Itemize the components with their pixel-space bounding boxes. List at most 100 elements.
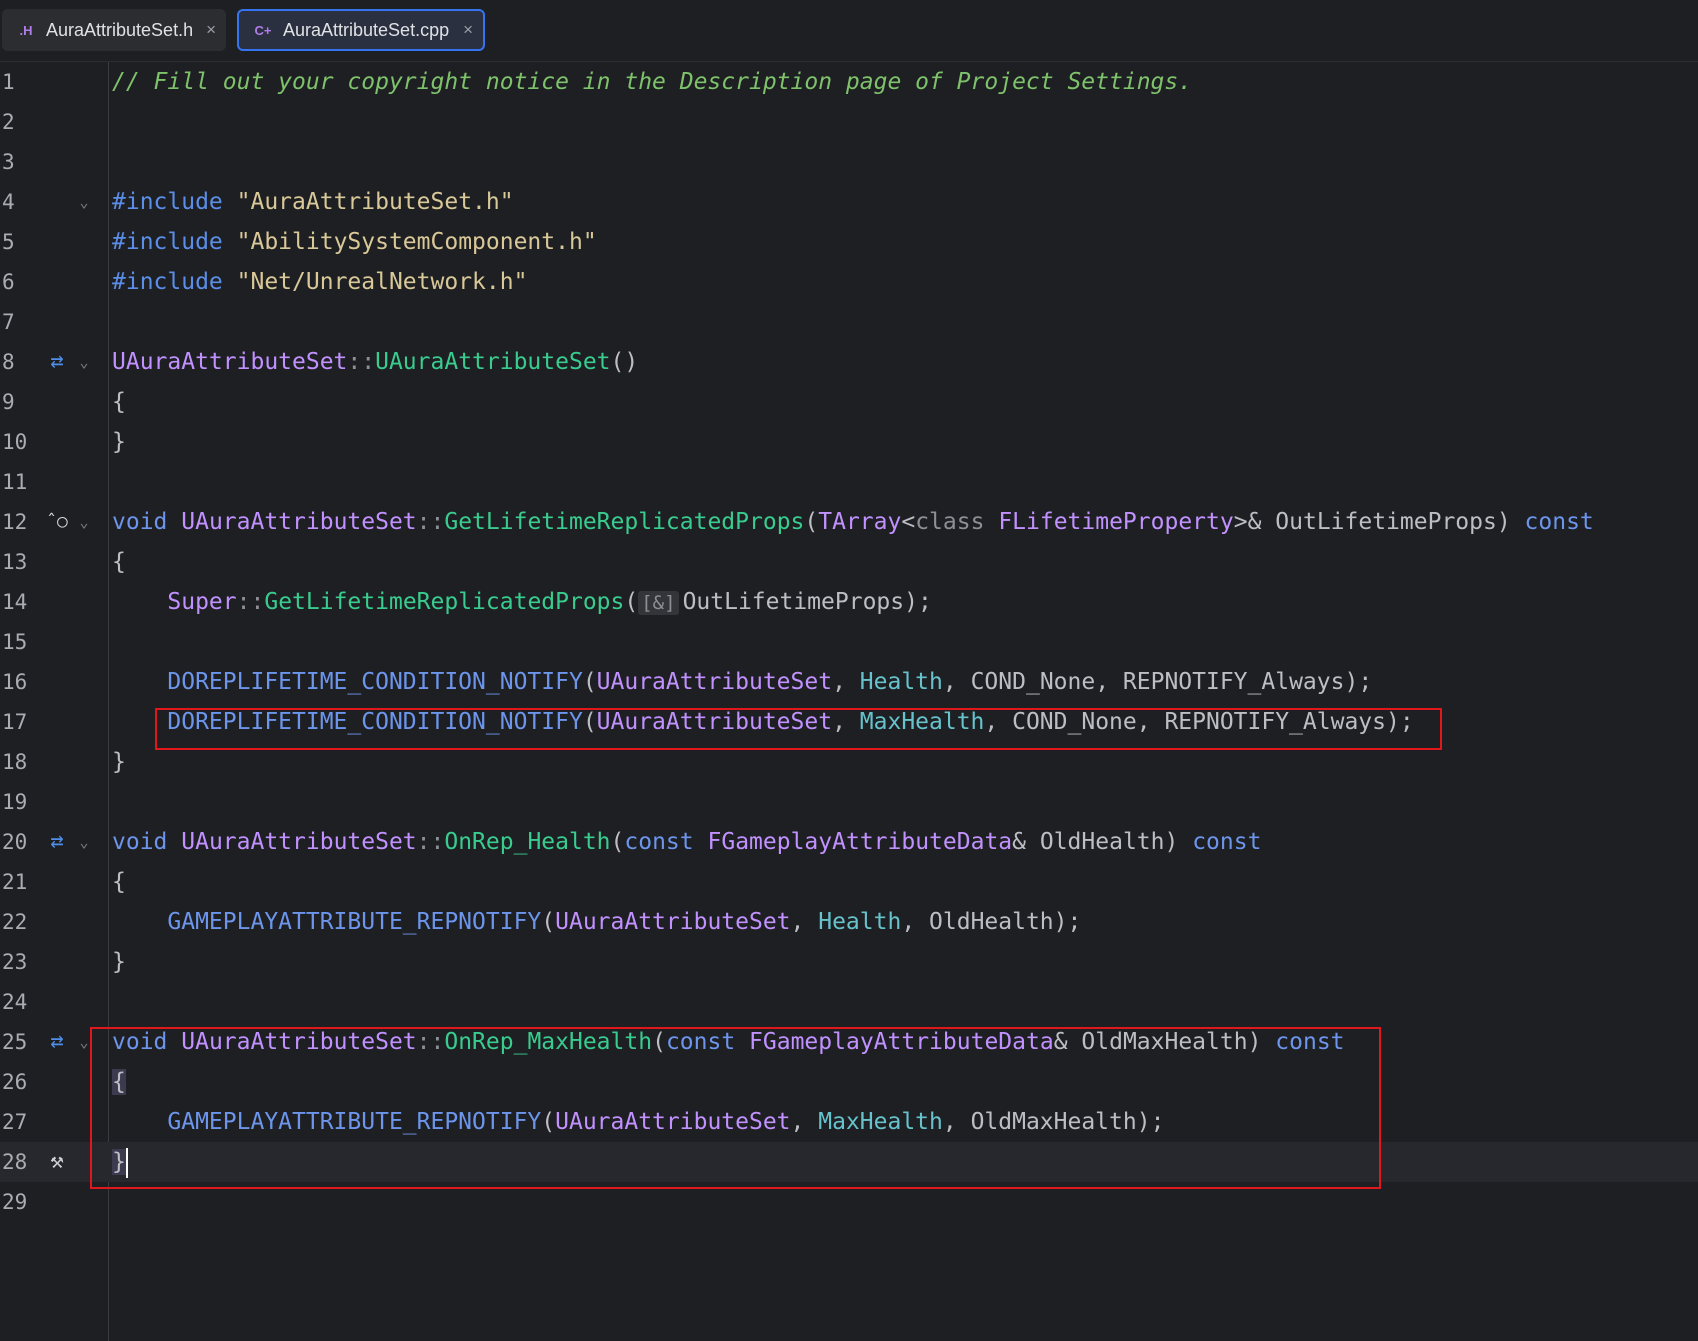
line-code[interactable]: #include "AuraAttributeSet.h" <box>112 182 514 222</box>
code-line[interactable]: 21 { <box>0 862 1698 902</box>
code-editor[interactable]: 1 // Fill out your copyright notice in t… <box>0 62 1698 1341</box>
code-line[interactable]: 10 } <box>0 422 1698 462</box>
class-name: UAuraAttributeSet <box>596 669 833 695</box>
chevron-down-icon[interactable]: ⌄ <box>74 342 94 382</box>
line-number: 16 <box>2 670 28 694</box>
code-line[interactable]: 23 } <box>0 942 1698 982</box>
enum-value: REPNOTIFY_Always <box>1122 669 1345 695</box>
function-name: GetLifetimeReplicatedProps <box>264 589 625 615</box>
close-icon[interactable]: × <box>463 20 473 40</box>
code-line[interactable]: 12 ˆ○ ⌄ void UAuraAttributeSet::GetLifet… <box>0 502 1698 542</box>
code-line[interactable]: 6 #include "Net/UnrealNetwork.h" <box>0 262 1698 302</box>
tab-aura-attribute-set-h[interactable]: .H AuraAttributeSet.h × <box>2 9 226 51</box>
line-code[interactable]: GAMEPLAYATTRIBUTE_REPNOTIFY(UAuraAttribu… <box>112 902 1081 942</box>
punctuation: () <box>610 349 639 375</box>
code-line[interactable]: 5 #include "AbilitySystemComponent.h" <box>0 222 1698 262</box>
brace: } <box>112 949 126 975</box>
class-name: Super <box>167 589 237 615</box>
hammer-icon[interactable]: ⚒ <box>40 1142 74 1182</box>
parameter: OldHealth <box>1039 829 1165 855</box>
line-number: 8 <box>2 350 15 374</box>
string: "AuraAttributeSet.h" <box>236 189 514 215</box>
scope-operator: :: <box>236 589 265 615</box>
override-up-icon[interactable]: ˆ○ <box>40 502 74 542</box>
code-line[interactable]: 7 <box>0 302 1698 342</box>
code-line[interactable]: 20 ⇄ ⌄ void UAuraAttributeSet::OnRep_Hea… <box>0 822 1698 862</box>
line-number: 5 <box>2 230 15 254</box>
code-line[interactable]: 19 <box>0 782 1698 822</box>
line-number: 13 <box>2 550 28 574</box>
code-line[interactable]: 16 DOREPLIFETIME_CONDITION_NOTIFY(UAuraA… <box>0 662 1698 702</box>
close-icon[interactable]: × <box>206 20 216 40</box>
line-code[interactable]: void UAuraAttributeSet::GetLifetimeRepli… <box>112 502 1594 542</box>
function-name: OnRep_Health <box>444 829 611 855</box>
line-code[interactable]: { <box>112 542 126 582</box>
code-line[interactable]: 13 { <box>0 542 1698 582</box>
parameter: OutLifetimeProps <box>682 589 905 615</box>
line-code[interactable]: // Fill out your copyright notice in the… <box>112 62 1192 102</box>
line-code[interactable]: } <box>112 422 126 462</box>
function-name: GetLifetimeReplicatedProps <box>444 509 805 535</box>
field: Health <box>818 909 902 935</box>
code-line[interactable]: 1 // Fill out your copyright notice in t… <box>0 62 1698 102</box>
code-line[interactable]: 4 ⌄ #include "AuraAttributeSet.h" <box>0 182 1698 222</box>
code-line[interactable]: 2 <box>0 102 1698 142</box>
line-number: 26 <box>2 1070 28 1094</box>
line-code[interactable]: UAuraAttributeSet::UAuraAttributeSet() <box>112 342 638 382</box>
highlight-box-maxhealth-replication <box>155 708 1442 750</box>
punctuation: & <box>1012 829 1026 855</box>
code-line[interactable]: 15 <box>0 622 1698 662</box>
chevron-down-icon[interactable]: ⌄ <box>74 822 94 862</box>
parameter: OldHealth <box>929 909 1054 935</box>
brace: { <box>112 549 126 575</box>
keyword: #include <box>112 189 223 215</box>
code-line[interactable]: 11 <box>0 462 1698 502</box>
brace: } <box>112 429 126 455</box>
code-line[interactable]: 24 <box>0 982 1698 1022</box>
line-number: 2 <box>2 110 15 134</box>
line-code[interactable]: #include "AbilitySystemComponent.h" <box>112 222 597 262</box>
scope-operator: :: <box>416 829 445 855</box>
line-code[interactable]: } <box>112 742 126 782</box>
tab-aura-attribute-set-cpp[interactable]: C+ AuraAttributeSet.cpp × <box>237 9 485 51</box>
line-number: 1 <box>2 70 15 94</box>
parameter: OutLifetimeProps <box>1275 509 1497 535</box>
code-line[interactable]: 9 { <box>0 382 1698 422</box>
code-line[interactable]: 8 ⇄ ⌄ UAuraAttributeSet::UAuraAttributeS… <box>0 342 1698 382</box>
class-name: TArray <box>818 509 902 535</box>
line-code[interactable]: } <box>112 942 126 982</box>
line-code[interactable]: void UAuraAttributeSet::OnRep_Health(con… <box>112 822 1261 862</box>
line-number: 18 <box>2 750 28 774</box>
code-line[interactable]: 14 Super::GetLifetimeReplicatedProps([&]… <box>0 582 1698 622</box>
line-code[interactable]: #include "Net/UnrealNetwork.h" <box>112 262 527 302</box>
class-name: UAuraAttributeSet <box>555 909 791 935</box>
code-line[interactable]: 22 GAMEPLAYATTRIBUTE_REPNOTIFY(UAuraAttr… <box>0 902 1698 942</box>
implementation-arrows-icon[interactable]: ⇄ <box>40 342 74 382</box>
line-number: 28 <box>2 1150 28 1174</box>
chevron-down-icon[interactable]: ⌄ <box>74 182 94 222</box>
enum-value: COND_None <box>970 669 1096 695</box>
macro: GAMEPLAYATTRIBUTE_REPNOTIFY <box>167 909 542 935</box>
line-number: 11 <box>2 470 28 494</box>
keyword: const <box>1192 829 1262 855</box>
line-code[interactable]: DOREPLIFETIME_CONDITION_NOTIFY(UAuraAttr… <box>112 662 1372 702</box>
line-number: 24 <box>2 990 28 1014</box>
line-code[interactable]: { <box>112 382 126 422</box>
code-line[interactable]: 3 <box>0 142 1698 182</box>
chevron-down-icon[interactable]: ⌄ <box>74 502 94 542</box>
implementation-arrows-icon[interactable]: ⇄ <box>40 822 74 862</box>
class-name: UAuraAttributeSet <box>181 829 417 855</box>
parameter-hint: [&] <box>638 590 679 615</box>
line-code[interactable]: { <box>112 862 126 902</box>
keyword: void <box>112 829 168 855</box>
line-number: 12 <box>2 510 28 534</box>
line-code[interactable]: Super::GetLifetimeReplicatedProps([&] Out… <box>112 582 931 622</box>
brace: { <box>112 389 126 415</box>
keyword: #include <box>112 229 223 255</box>
implementation-arrows-icon[interactable]: ⇄ <box>40 1022 74 1062</box>
line-number: 15 <box>2 630 28 654</box>
scope-operator: :: <box>416 509 445 535</box>
editor-tab-bar: .H AuraAttributeSet.h × C+ AuraAttribute… <box>0 0 1698 62</box>
comment: // Fill out your copyright notice in the… <box>112 69 1193 95</box>
brace: } <box>112 749 126 775</box>
